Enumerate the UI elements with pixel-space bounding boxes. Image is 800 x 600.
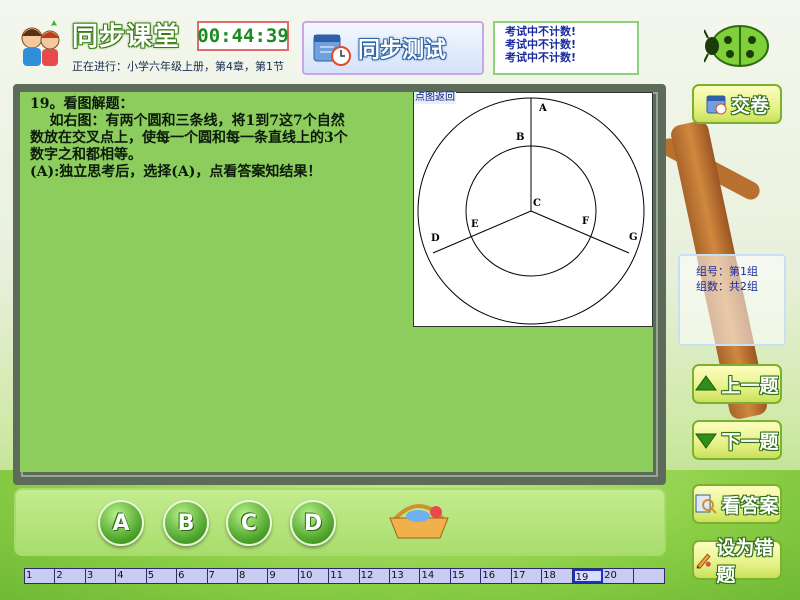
pencil-icon: [696, 553, 711, 569]
prev-label: 上一题: [721, 374, 779, 397]
option-label: D: [303, 510, 323, 536]
question-number-cell[interactable]: 2: [55, 569, 86, 583]
point-label: F: [582, 216, 589, 227]
point-label: C: [533, 198, 541, 209]
notice-line: 考试中不计数!: [505, 25, 577, 38]
question-number-cell[interactable]: 3: [86, 569, 117, 583]
point-label: A: [538, 103, 547, 114]
calendar-icon: [706, 95, 727, 115]
question-diagram[interactable]: A B C D E F G: [413, 92, 653, 327]
question-number-cell[interactable]: 5: [147, 569, 178, 583]
progress-text: 正在进行：小学六年级上册，第4章，第1节: [72, 60, 284, 73]
question-number-cell[interactable]: 9: [268, 569, 299, 583]
question-number-cell[interactable]: 6: [177, 569, 208, 583]
submit-button[interactable]: 交卷: [692, 84, 782, 124]
question-navigator: 1 2 3 4 5 6 7 8 9 10 11 12 13 14 15 16 1…: [24, 568, 665, 584]
next-question-button[interactable]: 下一题: [692, 420, 782, 460]
option-a-button[interactable]: A: [98, 500, 144, 546]
mark-wrong-button[interactable]: 设为错题: [692, 537, 782, 586]
notice-box: 考试中不计数! 考试中不计数! 考试中不计数!: [493, 21, 639, 75]
app-title: 同步课堂: [72, 22, 181, 52]
question-number-cell[interactable]: 12: [360, 569, 391, 583]
group-count: 组数：共2组: [696, 280, 758, 293]
question-number-cell[interactable]: 1: [25, 569, 56, 583]
students-logo-icon: [21, 20, 60, 66]
question-number-cell[interactable]: 8: [238, 569, 269, 583]
submit-label: 交卷: [730, 94, 769, 117]
option-d-button[interactable]: D: [290, 500, 336, 546]
question-number-cell[interactable]: 20: [603, 569, 634, 583]
question-number-cell[interactable]: 11: [329, 569, 360, 583]
question-number-cell[interactable]: 4: [116, 569, 147, 583]
next-label: 下一题: [721, 430, 779, 453]
option-label: C: [240, 510, 258, 536]
magnifier-icon: [695, 494, 718, 514]
notice-line: 考试中不计数!: [505, 38, 577, 51]
question-number-cell[interactable]: 13: [390, 569, 421, 583]
calendar-clock-icon: [313, 34, 351, 66]
basket-icon: [389, 504, 449, 539]
option-label: B: [177, 510, 195, 536]
point-label: B: [516, 132, 524, 143]
exam-timer: 00:44:39: [197, 21, 289, 51]
mark-wrong-label: 设为错题: [716, 537, 774, 586]
point-label: G: [629, 232, 638, 243]
mode-label: 同步测试: [358, 38, 447, 63]
question-number-cell[interactable]: 10: [299, 569, 330, 583]
question-number-cell[interactable]: 17: [512, 569, 543, 583]
diagram-back-link[interactable]: 点图返回: [414, 92, 456, 104]
group-info-panel: 组号：第1组 组数：共2组: [678, 254, 786, 346]
question-number-cell[interactable]: 15: [451, 569, 482, 583]
question-number-cell[interactable]: 14: [420, 569, 451, 583]
option-label: A: [112, 510, 130, 536]
question-text: 19。看图解题： 如右图：有两个圆和三条线，将1到7这7个自然数放在交叉点上，使…: [30, 96, 348, 180]
current-question-cell[interactable]: 19: [572, 569, 604, 583]
group-number: 组号：第1组: [696, 265, 758, 278]
question-number-cell[interactable]: 7: [208, 569, 238, 583]
view-answer-button[interactable]: 看答案: [692, 484, 782, 524]
question-nav-empty: [634, 569, 664, 583]
view-answer-label: 看答案: [721, 494, 779, 517]
prev-question-button[interactable]: 上一题: [692, 364, 782, 404]
notice-line: 考试中不计数!: [505, 51, 577, 64]
option-b-button[interactable]: B: [163, 500, 209, 546]
point-label: D: [431, 233, 440, 244]
point-label: E: [471, 219, 479, 230]
arrow-up-icon: [695, 375, 718, 391]
circles-diagram: A B C D E F G: [417, 97, 645, 325]
option-c-button[interactable]: C: [226, 500, 272, 546]
question-number-cell[interactable]: 16: [481, 569, 512, 583]
ladybug-icon: [704, 25, 769, 67]
mode-banner: 同步测试: [302, 21, 484, 75]
question-number-cell[interactable]: 18: [542, 569, 573, 583]
arrow-down-icon: [695, 433, 718, 449]
